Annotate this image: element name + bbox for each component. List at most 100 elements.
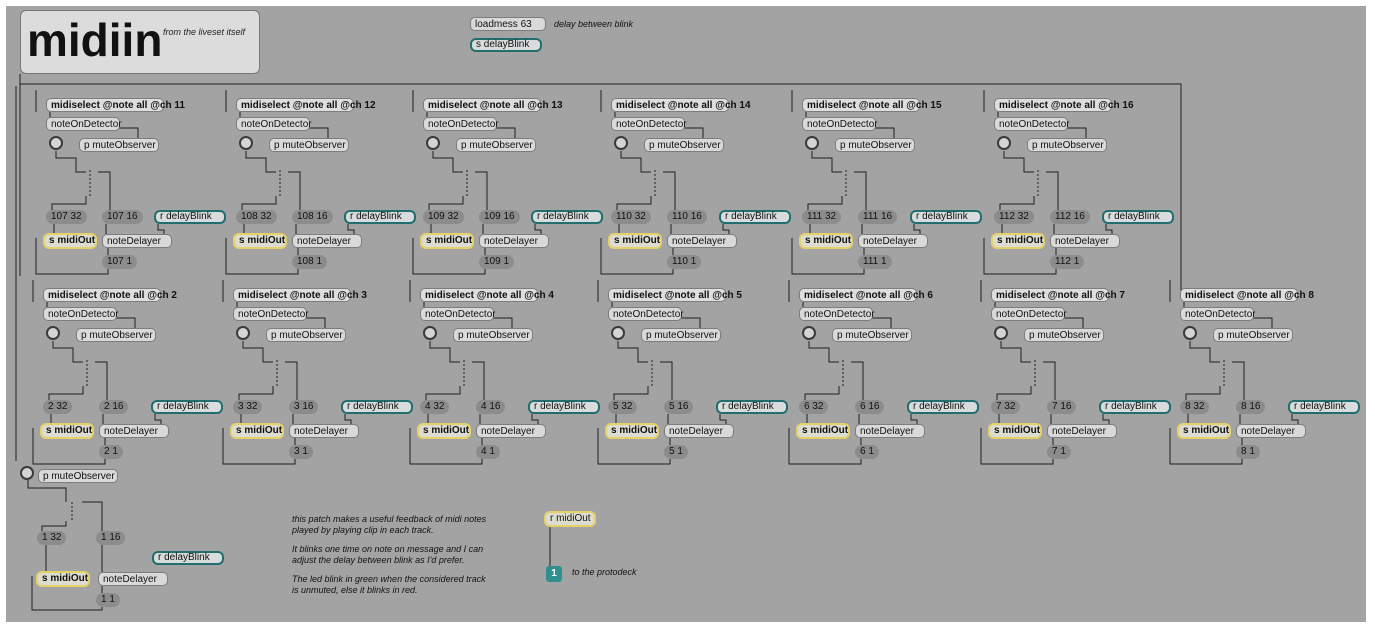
note-delayer-ch7[interactable]: noteDelayer (1047, 424, 1117, 438)
message-ch6-c[interactable]: 6 1 (855, 445, 879, 459)
receive-delayblink-ch12[interactable]: r delayBlink (344, 210, 416, 224)
message-ch13-a[interactable]: 109 32 (423, 210, 464, 224)
mute-led-toggle-ch12[interactable] (239, 136, 253, 150)
note-delayer-ch11[interactable]: noteDelayer (102, 234, 172, 248)
midiselect-ch16[interactable]: midiselect @note all @ch 16 (994, 98, 1134, 112)
midiselect-ch2[interactable]: midiselect @note all @ch 2 (43, 288, 177, 302)
message-ch6-b[interactable]: 6 16 (855, 400, 885, 414)
mute-led-toggle-ch4[interactable] (423, 326, 437, 340)
note-delayer-ch5[interactable]: noteDelayer (664, 424, 734, 438)
message-ch8-b[interactable]: 8 16 (1236, 400, 1266, 414)
loadmess-object[interactable]: loadmess 63 (470, 17, 546, 31)
send-delayblink-object[interactable]: s delayBlink (470, 38, 542, 52)
mute-led-toggle-ch1[interactable] (20, 466, 34, 480)
receive-delayblink-ch4[interactable]: r delayBlink (528, 400, 600, 414)
midiselect-ch6[interactable]: midiselect @note all @ch 6 (799, 288, 933, 302)
midiselect-ch7[interactable]: midiselect @note all @ch 7 (991, 288, 1125, 302)
message-ch3-a[interactable]: 3 32 (233, 400, 263, 414)
note-on-detector-ch7[interactable]: noteOnDetector (991, 307, 1067, 321)
message-ch12-c[interactable]: 108 1 (292, 255, 328, 269)
message-ch16-a[interactable]: 112 32 (994, 210, 1034, 224)
mute-observer-ch4[interactable]: p muteObserver (453, 328, 533, 342)
message-ch8-a[interactable]: 8 32 (1180, 400, 1210, 414)
note-delayer-ch2[interactable]: noteDelayer (99, 424, 169, 438)
note-on-detector-ch6[interactable]: noteOnDetector (799, 307, 875, 321)
mute-observer-ch16[interactable]: p muteObserver (1027, 138, 1107, 152)
note-on-detector-ch4[interactable]: noteOnDetector (420, 307, 496, 321)
message-ch12-a[interactable]: 108 32 (236, 210, 277, 224)
send-midiout-ch1[interactable]: s midiOut (36, 571, 90, 587)
message-ch1-c[interactable]: 1 1 (96, 593, 120, 607)
message-ch4-b[interactable]: 4 16 (476, 400, 506, 414)
message-ch7-c[interactable]: 7 1 (1047, 445, 1071, 459)
message-ch16-c[interactable]: 112 1 (1050, 255, 1085, 269)
send-midiout-ch3[interactable]: s midiOut (230, 423, 284, 439)
mute-led-toggle-ch2[interactable] (46, 326, 60, 340)
send-midiout-ch12[interactable]: s midiOut (233, 233, 287, 249)
note-delayer-ch13[interactable]: noteDelayer (479, 234, 549, 248)
message-ch2-a[interactable]: 2 32 (43, 400, 73, 414)
message-ch8-c[interactable]: 8 1 (1236, 445, 1260, 459)
message-ch1-b[interactable]: 1 16 (96, 531, 126, 545)
midiselect-ch3[interactable]: midiselect @note all @ch 3 (233, 288, 367, 302)
mute-observer-ch2[interactable]: p muteObserver (76, 328, 156, 342)
note-on-detector-ch16[interactable]: noteOnDetector (994, 117, 1070, 131)
midiselect-ch4[interactable]: midiselect @note all @ch 4 (420, 288, 554, 302)
receive-delayblink-ch15[interactable]: r delayBlink (910, 210, 982, 224)
mute-led-toggle-ch8[interactable] (1183, 326, 1197, 340)
message-ch3-b[interactable]: 3 16 (289, 400, 319, 414)
message-ch5-c[interactable]: 5 1 (664, 445, 688, 459)
message-ch15-c[interactable]: 111 1 (858, 255, 892, 269)
receive-delayblink-ch11[interactable]: r delayBlink (154, 210, 226, 224)
mute-led-toggle-ch7[interactable] (994, 326, 1008, 340)
receive-midiout-object[interactable]: r midiOut (544, 511, 596, 527)
note-delayer-ch15[interactable]: noteDelayer (858, 234, 928, 248)
note-on-detector-ch2[interactable]: noteOnDetector (43, 307, 119, 321)
note-delayer-ch1[interactable]: noteDelayer (98, 572, 168, 586)
note-on-detector-ch11[interactable]: noteOnDetector (46, 117, 122, 131)
send-midiout-ch15[interactable]: s midiOut (799, 233, 853, 249)
send-midiout-ch13[interactable]: s midiOut (420, 233, 474, 249)
receive-delayblink-ch1[interactable]: r delayBlink (152, 551, 224, 565)
message-ch11-c[interactable]: 107 1 (102, 255, 138, 269)
note-delayer-ch16[interactable]: noteDelayer (1050, 234, 1120, 248)
note-delayer-ch14[interactable]: noteDelayer (667, 234, 737, 248)
receive-delayblink-ch2[interactable]: r delayBlink (151, 400, 223, 414)
mute-observer-ch12[interactable]: p muteObserver (269, 138, 349, 152)
mute-observer-ch6[interactable]: p muteObserver (832, 328, 912, 342)
send-midiout-ch5[interactable]: s midiOut (605, 423, 659, 439)
message-ch16-b[interactable]: 112 16 (1050, 210, 1090, 224)
mute-observer-ch1[interactable]: p muteObserver (38, 469, 118, 483)
send-midiout-ch2[interactable]: s midiOut (40, 423, 94, 439)
mute-observer-ch7[interactable]: p muteObserver (1024, 328, 1104, 342)
midiselect-ch5[interactable]: midiselect @note all @ch 5 (608, 288, 742, 302)
message-ch7-a[interactable]: 7 32 (991, 400, 1021, 414)
receive-delayblink-ch13[interactable]: r delayBlink (531, 210, 603, 224)
note-delayer-ch4[interactable]: noteDelayer (476, 424, 546, 438)
mute-led-toggle-ch16[interactable] (997, 136, 1011, 150)
send-midiout-ch14[interactable]: s midiOut (608, 233, 662, 249)
receive-delayblink-ch8[interactable]: r delayBlink (1288, 400, 1360, 414)
message-ch13-c[interactable]: 109 1 (479, 255, 515, 269)
receive-delayblink-ch5[interactable]: r delayBlink (716, 400, 788, 414)
message-ch2-c[interactable]: 2 1 (99, 445, 123, 459)
send-midiout-ch16[interactable]: s midiOut (991, 233, 1045, 249)
mute-led-toggle-ch6[interactable] (802, 326, 816, 340)
message-ch3-c[interactable]: 3 1 (289, 445, 313, 459)
mute-observer-ch8[interactable]: p muteObserver (1213, 328, 1293, 342)
mute-led-toggle-ch5[interactable] (611, 326, 625, 340)
note-on-detector-ch15[interactable]: noteOnDetector (802, 117, 878, 131)
mute-observer-ch5[interactable]: p muteObserver (641, 328, 721, 342)
message-ch15-a[interactable]: 111 32 (802, 210, 842, 224)
midiselect-ch8[interactable]: midiselect @note all @ch 8 (1180, 288, 1314, 302)
note-delayer-ch12[interactable]: noteDelayer (292, 234, 362, 248)
message-ch7-b[interactable]: 7 16 (1047, 400, 1077, 414)
receive-delayblink-ch3[interactable]: r delayBlink (341, 400, 413, 414)
message-ch1-a[interactable]: 1 32 (37, 531, 67, 545)
mute-led-toggle-ch14[interactable] (614, 136, 628, 150)
note-on-detector-ch14[interactable]: noteOnDetector (611, 117, 687, 131)
message-ch13-b[interactable]: 109 16 (479, 210, 520, 224)
mute-led-toggle-ch11[interactable] (49, 136, 63, 150)
receive-delayblink-ch14[interactable]: r delayBlink (719, 210, 791, 224)
receive-delayblink-ch16[interactable]: r delayBlink (1102, 210, 1174, 224)
